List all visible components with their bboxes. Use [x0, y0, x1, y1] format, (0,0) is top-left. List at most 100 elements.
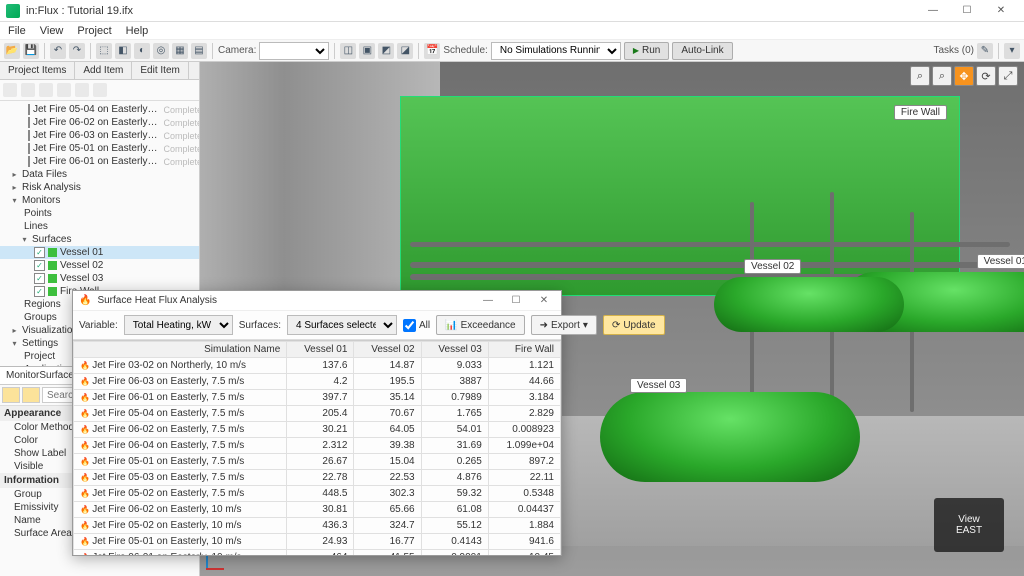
t10-icon[interactable]: ◪ — [397, 43, 413, 59]
tool-icon[interactable]: ⬚ — [96, 43, 112, 59]
update-button[interactable]: ⟳ Update — [603, 315, 665, 335]
pan-icon[interactable]: ✥ — [954, 66, 974, 86]
table-row[interactable]: Jet Fire 05-04 on Easterly, 7.5 m/s205.4… — [74, 406, 561, 422]
filter-icon[interactable] — [21, 83, 35, 97]
export-button[interactable]: ➜ Export ▾ — [531, 315, 597, 335]
minimize-button[interactable]: — — [916, 0, 950, 22]
dialog-maximize[interactable]: ☐ — [505, 295, 527, 306]
tree-surface-item: ✓Vessel 01 — [0, 246, 199, 259]
filter-icon[interactable] — [93, 83, 107, 97]
variable-select[interactable]: Total Heating, kW — [124, 315, 233, 335]
t9-icon[interactable]: ◩ — [378, 43, 394, 59]
tree-lines: Lines — [24, 221, 48, 232]
run-button[interactable]: Run — [624, 42, 670, 60]
exceedance-button[interactable]: 📊 Exceedance — [436, 315, 525, 335]
maximize-button[interactable]: ☐ — [950, 0, 984, 22]
tree-groups: Groups — [24, 312, 57, 323]
menubar: File View Project Help — [0, 22, 1024, 40]
camera-select[interactable] — [259, 42, 329, 60]
viewport-toolbar: ⌕ ⌕ ✥ ⟳ ⤢ — [910, 66, 1018, 86]
column-header[interactable]: Vessel 02 — [354, 342, 421, 358]
tree-monitors: Monitors — [22, 195, 60, 206]
table-row[interactable]: Jet Fire 06-01 on Easterly, 10 m/s46441.… — [74, 550, 561, 556]
tool2-icon[interactable]: ◧ — [115, 43, 131, 59]
tab-add-item[interactable]: Add Item — [75, 62, 132, 79]
camera-label: Camera: — [218, 45, 256, 56]
table-row[interactable]: Jet Fire 06-01 on Easterly, 7.5 m/s397.7… — [74, 390, 561, 406]
save-icon[interactable]: 💾 — [23, 43, 39, 59]
autolink-button[interactable]: Auto-Link — [672, 42, 732, 60]
results-grid[interactable]: Simulation NameVessel 01Vessel 02Vessel … — [73, 340, 561, 555]
undo-icon[interactable]: ↶ — [50, 43, 66, 59]
all-checkbox[interactable]: All — [403, 319, 430, 332]
orbit-icon[interactable]: ⟳ — [976, 66, 996, 86]
column-header[interactable]: Vessel 01 — [287, 342, 354, 358]
filter-icon[interactable] — [57, 83, 71, 97]
dialog-close[interactable]: ✕ — [533, 295, 555, 306]
filter-icon[interactable] — [39, 83, 53, 97]
t8-icon[interactable]: ▣ — [359, 43, 375, 59]
menu-view[interactable]: View — [40, 25, 64, 37]
heat-flux-dialog: 🔥 Surface Heat Flux Analysis — ☐ ✕ Varia… — [72, 290, 562, 556]
redo-icon[interactable]: ↷ — [69, 43, 85, 59]
flame-icon: 🔥 — [79, 295, 91, 306]
table-row[interactable]: Jet Fire 06-02 on Easterly, 10 m/s30.816… — [74, 502, 561, 518]
view-compass[interactable]: View EAST — [934, 498, 1004, 552]
vessel-02: Vessel 02 — [714, 277, 904, 332]
table-row[interactable]: Jet Fire 05-02 on Easterly, 7.5 m/s448.5… — [74, 486, 561, 502]
table-row[interactable]: Jet Fire 03-02 on Northerly, 10 m/s137.6… — [74, 358, 561, 374]
zoom-in-icon[interactable]: ⌕ — [932, 66, 952, 86]
tool4-icon[interactable]: ◎ — [153, 43, 169, 59]
calendar-icon[interactable]: 📅 — [424, 43, 440, 59]
table-row[interactable]: Jet Fire 06-02 on Easterly, 7.5 m/s30.21… — [74, 422, 561, 438]
surfaces-select[interactable]: 4 Surfaces selected — [287, 315, 397, 335]
edit-tasks-icon[interactable]: ✎ — [977, 43, 993, 59]
tab-edit-item[interactable]: Edit Item — [132, 62, 188, 79]
table-row[interactable]: Jet Fire 05-01 on Easterly, 7.5 m/s26.67… — [74, 454, 561, 470]
tree-settings: Settings — [22, 338, 58, 349]
schedule-label: Schedule: — [443, 45, 487, 56]
tab-project-items[interactable]: Project Items — [0, 62, 75, 79]
close-button[interactable]: ✕ — [984, 0, 1018, 22]
column-header[interactable]: Simulation Name — [74, 342, 287, 358]
t7-icon[interactable]: ◫ — [340, 43, 356, 59]
prop-icon[interactable] — [2, 387, 20, 403]
tree-surfaces: Surfaces — [32, 234, 71, 245]
titlebar: in:Flux : Tutorial 19.ifx — ☐ ✕ — [0, 0, 1024, 22]
menu-file[interactable]: File — [8, 25, 26, 37]
schedule-select[interactable]: No Simulations Running — [491, 42, 621, 60]
tool5-icon[interactable]: ▦ — [172, 43, 188, 59]
tool3-icon[interactable]: ◐ — [134, 43, 150, 59]
filter-icon[interactable] — [3, 83, 17, 97]
table-row[interactable]: Jet Fire 05-03 on Easterly, 7.5 m/s22.78… — [74, 470, 561, 486]
table-row[interactable]: Jet Fire 06-04 on Easterly, 7.5 m/s2.312… — [74, 438, 561, 454]
tree-surface-item: ✓Vessel 03 — [0, 272, 199, 285]
window-title: in:Flux : Tutorial 19.ifx — [26, 5, 916, 17]
zoom-out-icon[interactable]: ⌕ — [910, 66, 930, 86]
tree-risk: Risk Analysis — [22, 182, 81, 193]
fit-icon[interactable]: ⤢ — [998, 66, 1018, 86]
menu-help[interactable]: Help — [126, 25, 149, 37]
tasks-label[interactable]: Tasks (0) — [933, 45, 974, 56]
dialog-title: Surface Heat Flux Analysis — [97, 295, 217, 306]
label-firewall: Fire Wall — [894, 105, 947, 120]
last-icon[interactable]: ▾ — [1004, 43, 1020, 59]
tree-points: Points — [24, 208, 52, 219]
column-header[interactable]: Fire Wall — [488, 342, 560, 358]
column-header[interactable]: Vessel 03 — [421, 342, 488, 358]
open-icon[interactable]: 📂 — [4, 43, 20, 59]
menu-project[interactable]: Project — [77, 25, 111, 37]
sidebar-filter — [0, 80, 199, 101]
tree-surface-item: ✓Vessel 02 — [0, 259, 199, 272]
table-row[interactable]: Jet Fire 06-03 on Easterly, 7.5 m/s4.219… — [74, 374, 561, 390]
tool6-icon[interactable]: ▤ — [191, 43, 207, 59]
sidebar-tabs: Project Items Add Item Edit Item — [0, 62, 199, 80]
filter-icon[interactable] — [75, 83, 89, 97]
table-row[interactable]: Jet Fire 05-01 on Easterly, 10 m/s24.931… — [74, 534, 561, 550]
dialog-minimize[interactable]: — — [477, 295, 499, 306]
table-row[interactable]: Jet Fire 05-02 on Easterly, 10 m/s436.33… — [74, 518, 561, 534]
fire-wall-surface: Fire Wall — [400, 96, 960, 296]
app-icon — [6, 4, 20, 18]
tree-regions: Regions — [24, 299, 61, 310]
prop-icon[interactable] — [22, 387, 40, 403]
